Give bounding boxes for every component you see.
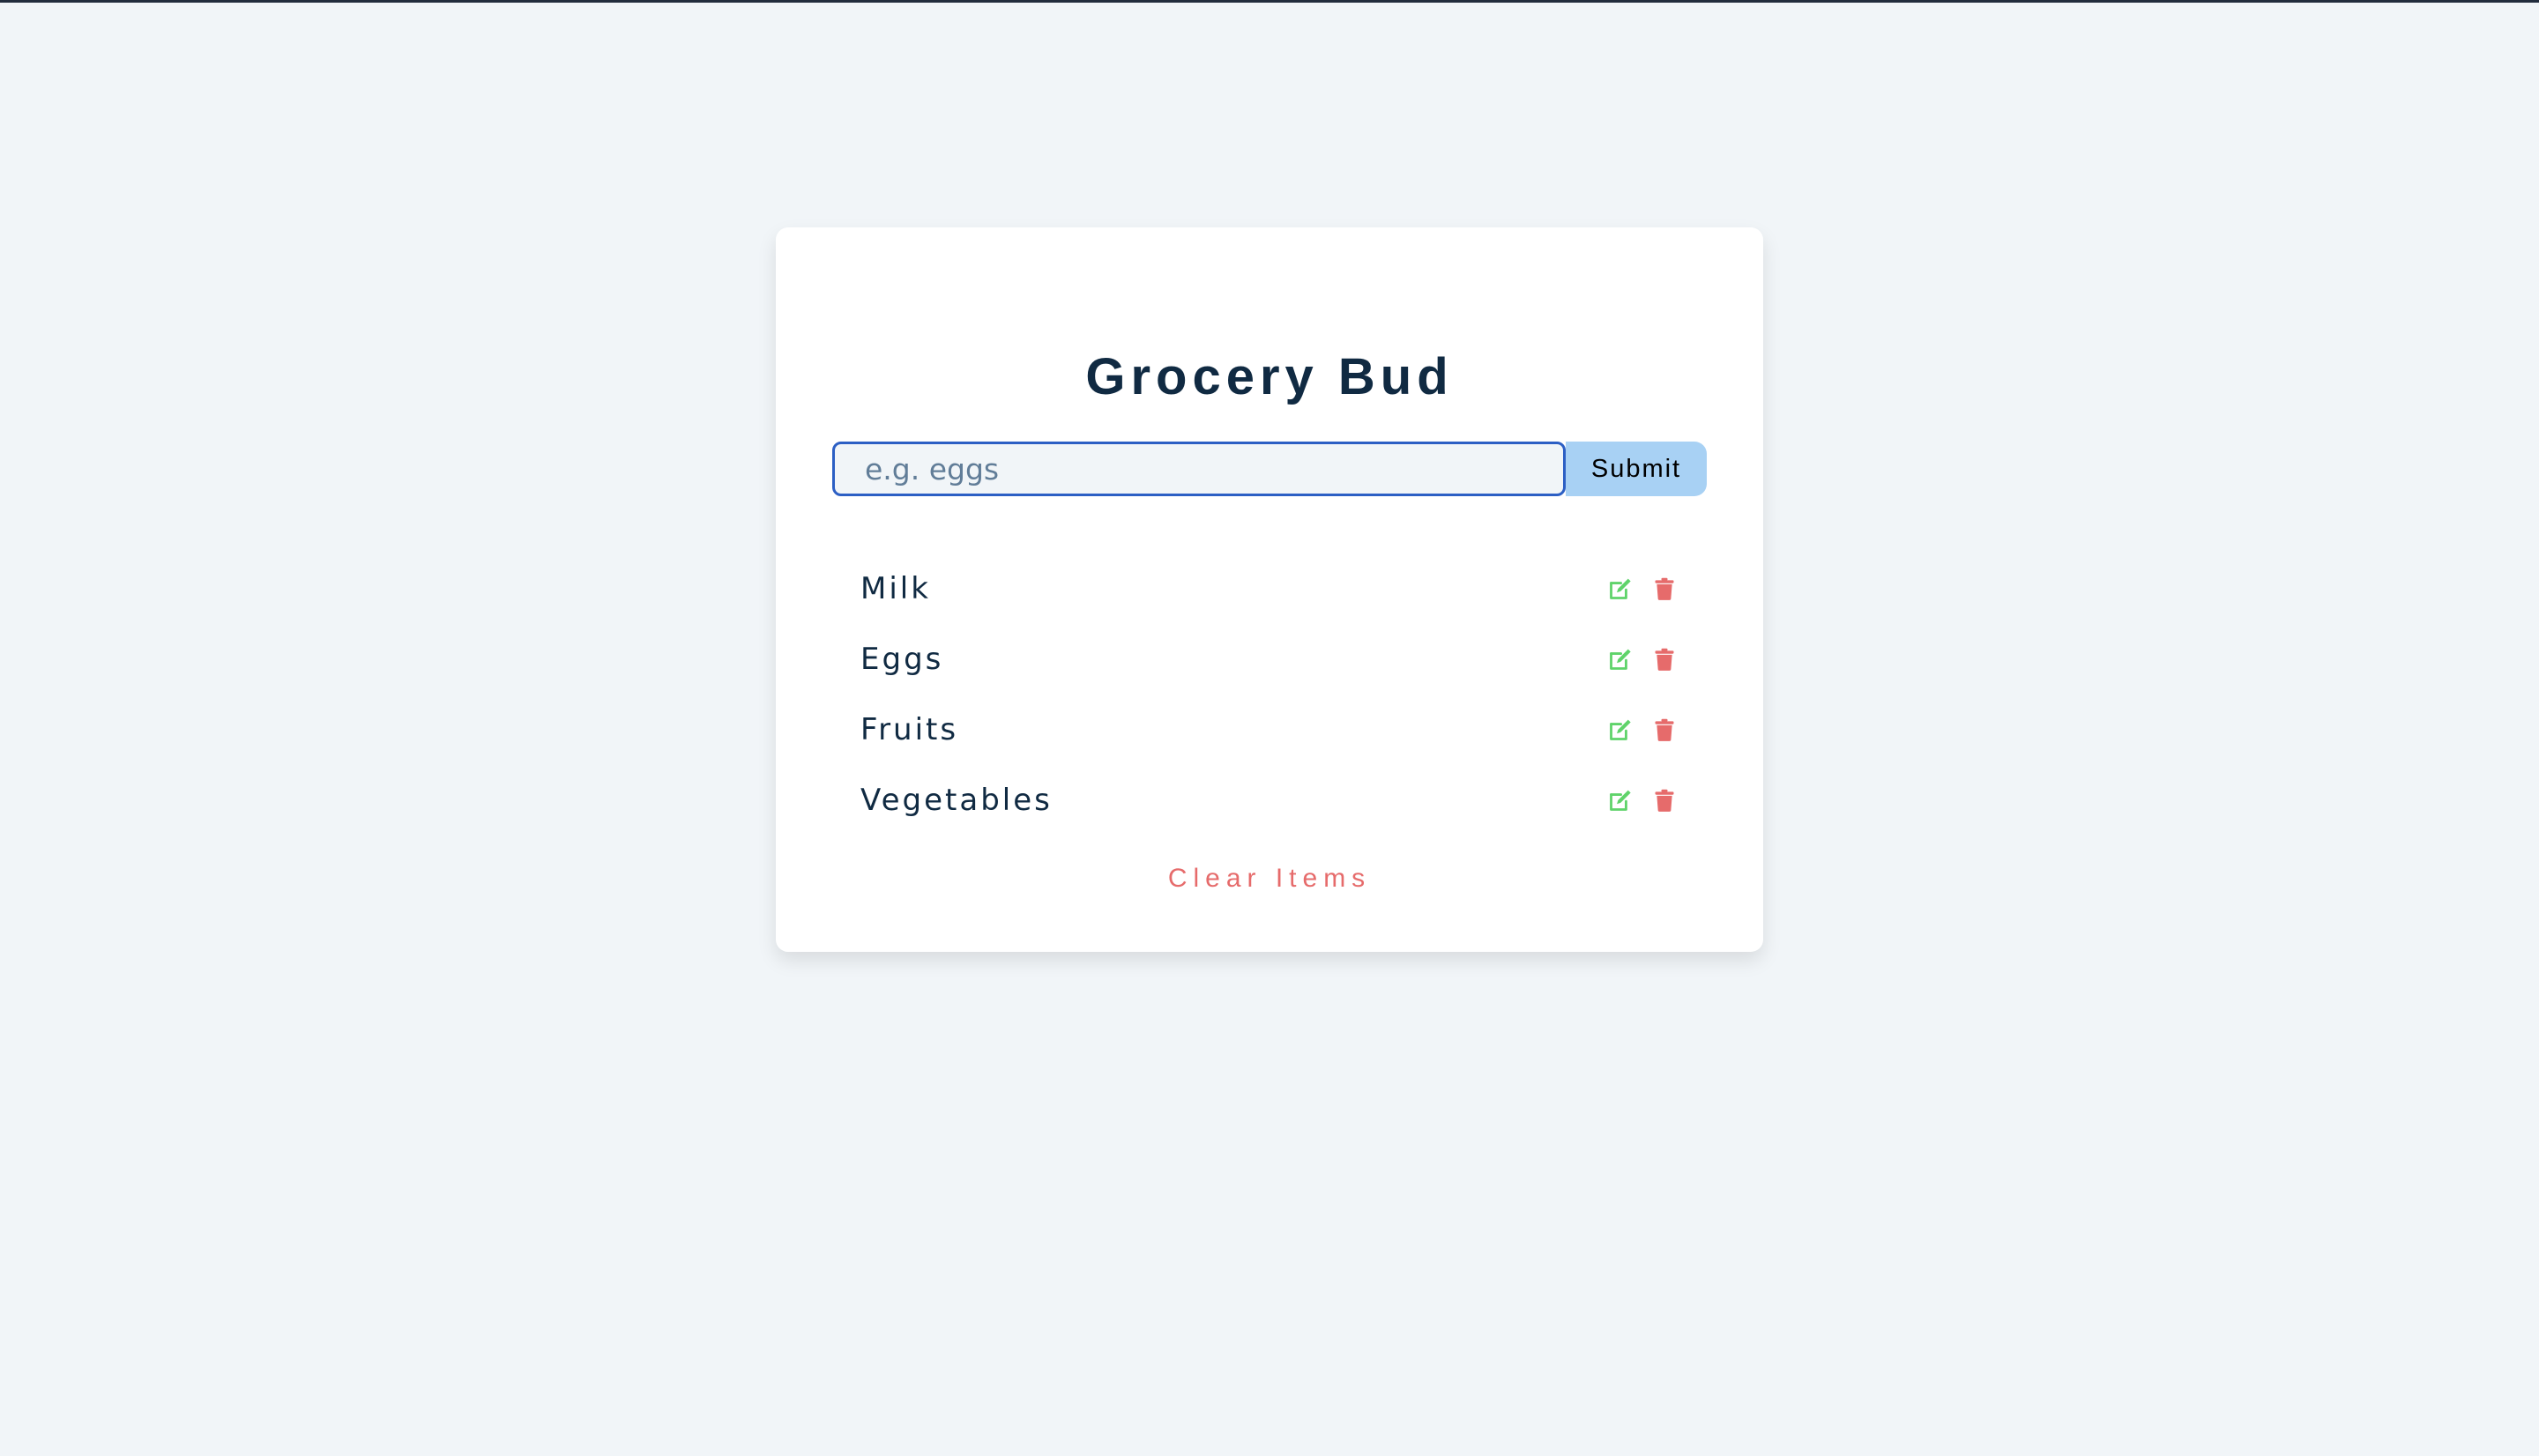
edit-button[interactable] (1608, 576, 1633, 601)
list-item: Fruits (860, 695, 1679, 765)
item-title: Milk (860, 571, 931, 606)
list-item: Milk (860, 553, 1679, 624)
app-title: Grocery Bud (1085, 348, 1454, 405)
clear-items-button[interactable]: Clear Items (776, 857, 1763, 901)
trash-icon (1655, 789, 1674, 812)
list-item: Vegetables (860, 765, 1679, 836)
item-actions (1608, 576, 1679, 601)
edit-icon (1610, 649, 1631, 670)
list-item: Eggs (860, 624, 1679, 695)
delete-button[interactable] (1652, 717, 1677, 742)
item-title: Vegetables (860, 783, 1053, 818)
grocery-form: Submit (832, 442, 1707, 496)
item-title: Fruits (860, 712, 959, 747)
trash-icon (1655, 577, 1674, 600)
edit-icon (1610, 790, 1631, 811)
edit-icon (1610, 719, 1631, 740)
edit-button[interactable] (1608, 788, 1633, 813)
edit-button[interactable] (1608, 717, 1633, 742)
grocery-input[interactable] (832, 442, 1566, 496)
trash-icon (1655, 718, 1674, 741)
item-actions (1608, 788, 1679, 813)
edit-icon (1610, 578, 1631, 599)
item-actions (1608, 647, 1679, 672)
submit-button[interactable]: Submit (1566, 442, 1707, 496)
delete-button[interactable] (1652, 647, 1677, 672)
delete-button[interactable] (1652, 576, 1677, 601)
grocery-card: Grocery Bud Submit Milk (776, 227, 1763, 952)
trash-icon (1655, 648, 1674, 671)
item-title: Eggs (860, 642, 944, 677)
grocery-list: Milk Eggs Fruits Vegetables (860, 553, 1679, 836)
edit-button[interactable] (1608, 647, 1633, 672)
item-actions (1608, 717, 1679, 742)
delete-button[interactable] (1652, 788, 1677, 813)
